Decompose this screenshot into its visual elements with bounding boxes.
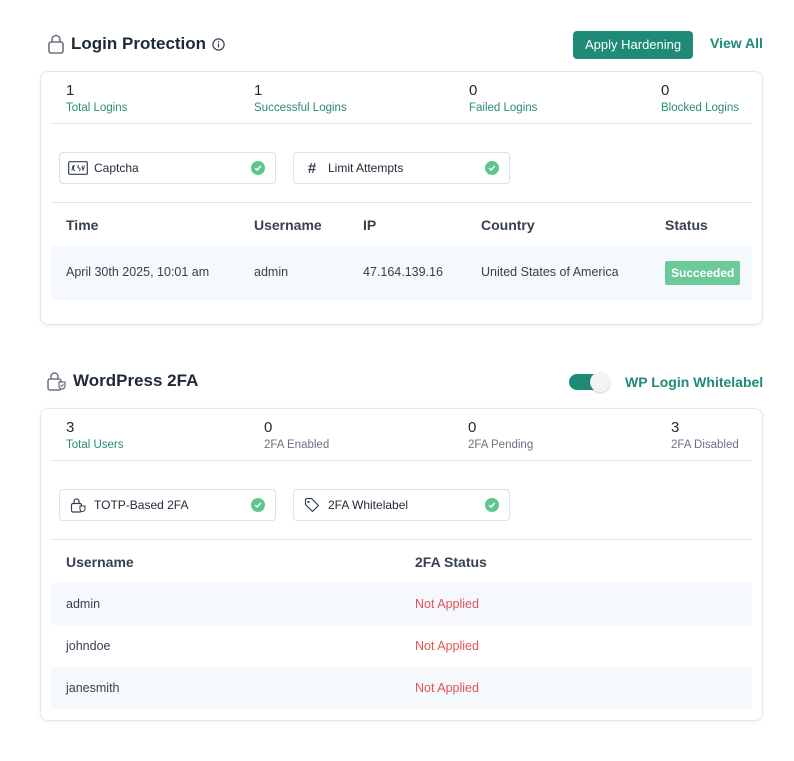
login-protection-card: 1 Total Logins 1 Successful Logins 0 Fai… [40, 71, 763, 325]
padlock-icon [47, 34, 65, 54]
check-icon [251, 498, 265, 512]
login-protection-header: Login Protection [47, 34, 225, 54]
lock-shield-icon [47, 371, 67, 391]
status-badge: Succeeded [665, 261, 741, 285]
stat-failed-logins: 0 Failed Logins [469, 82, 537, 114]
stat-2fa-disabled: 3 2FA Disabled [671, 419, 739, 451]
hash-icon: # [307, 159, 317, 177]
cell-2fa-status: Not Applied [415, 597, 479, 611]
column-header-2fa-status: 2FA Status [415, 554, 487, 570]
column-header-username: Username [66, 554, 134, 570]
toggle-knob [590, 372, 610, 392]
stat-label: Blocked Logins [661, 102, 739, 114]
cell-username: admin [254, 265, 289, 279]
twofa-stats: 3 Total Users 0 2FA Enabled 0 2FA Pendin… [51, 409, 752, 461]
column-header-country: Country [481, 217, 535, 233]
stat-value: 0 [468, 419, 477, 436]
stat-2fa-enabled: 0 2FA Enabled [264, 419, 329, 451]
cell-ip: 47.164.139.16 [363, 265, 443, 279]
cell-username: johndoe [66, 639, 111, 653]
stat-value: 1 [66, 82, 75, 99]
apply-hardening-button[interactable]: Apply Hardening [573, 31, 694, 59]
stat-2fa-pending: 0 2FA Pending [468, 419, 533, 451]
table-row: janesmith Not Applied [51, 667, 752, 709]
wp-login-whitelabel-toggle[interactable] [569, 372, 610, 392]
column-header-status: Status [665, 217, 708, 233]
stat-label: Successful Logins [254, 102, 347, 114]
login-stats: 1 Total Logins 1 Successful Logins 0 Fai… [51, 72, 752, 124]
info-icon[interactable] [212, 37, 225, 51]
stat-total-users: 3 Total Users [66, 419, 124, 451]
stat-value: 0 [469, 82, 478, 99]
column-header-ip: IP [363, 217, 377, 233]
stat-label: 2FA Pending [468, 439, 534, 451]
feature-label: Limit Attempts [328, 161, 404, 175]
feature-captcha[interactable]: Captcha [59, 152, 276, 184]
cell-2fa-status: Not Applied [415, 639, 479, 653]
stat-label: Failed Logins [469, 102, 538, 114]
stat-value: 3 [66, 419, 75, 436]
twofa-header: WordPress 2FA [47, 371, 198, 391]
feature-limit-attempts[interactable]: # Limit Attempts [293, 152, 510, 184]
feature-2fa-whitelabel[interactable]: 2FA Whitelabel [293, 489, 510, 521]
cell-time: April 30th 2025, 10:01 am [66, 265, 210, 279]
check-icon [485, 161, 499, 175]
cell-country: United States of America [481, 265, 619, 279]
stat-label: Total Users [66, 439, 124, 451]
column-header-time: Time [66, 217, 99, 233]
feature-label: Captcha [94, 161, 139, 175]
table-row: April 30th 2025, 10:01 am admin 47.164.1… [51, 246, 752, 300]
check-icon [485, 498, 499, 512]
lock-icon [68, 497, 88, 513]
wp-login-whitelabel-link[interactable]: WP Login Whitelabel [625, 374, 763, 390]
tag-icon [302, 497, 322, 513]
cell-username: janesmith [66, 681, 120, 695]
stat-value: 0 [264, 419, 273, 436]
stat-value: 1 [254, 82, 263, 99]
feature-totp-2fa[interactable]: TOTP-Based 2FA [59, 489, 276, 521]
feature-label: TOTP-Based 2FA [94, 498, 189, 512]
table-header: Username 2FA Status [51, 539, 752, 583]
section-title: WordPress 2FA [73, 371, 199, 390]
table-row: admin Not Applied [51, 583, 752, 625]
view-all-link[interactable]: View All [710, 35, 763, 51]
cell-username: admin [66, 597, 101, 611]
feature-label: 2FA Whitelabel [328, 498, 409, 512]
stat-label: 2FA Enabled [264, 439, 330, 451]
stat-label: 2FA Disabled [671, 439, 739, 451]
login-table: Time Username IP Country Status April 30… [51, 202, 752, 300]
stat-successful-logins: 1 Successful Logins [254, 82, 347, 114]
page-title: Login Protection [71, 34, 207, 53]
stat-blocked-logins: 0 Blocked Logins [661, 82, 739, 114]
cell-2fa-status: Not Applied [415, 681, 479, 695]
twofa-users-table: Username 2FA Status admin Not Applied jo… [51, 539, 752, 709]
stat-label: Total Logins [66, 102, 128, 114]
stat-value: 0 [661, 82, 670, 99]
check-icon [251, 161, 265, 175]
twofa-card: 3 Total Users 0 2FA Enabled 0 2FA Pendin… [40, 408, 763, 721]
table-row: johndoe Not Applied [51, 625, 752, 667]
stat-value: 3 [671, 419, 680, 436]
stat-total-logins: 1 Total Logins [66, 82, 127, 114]
column-header-username: Username [254, 217, 322, 233]
table-header: Time Username IP Country Status [51, 202, 752, 246]
captcha-icon [68, 161, 88, 175]
